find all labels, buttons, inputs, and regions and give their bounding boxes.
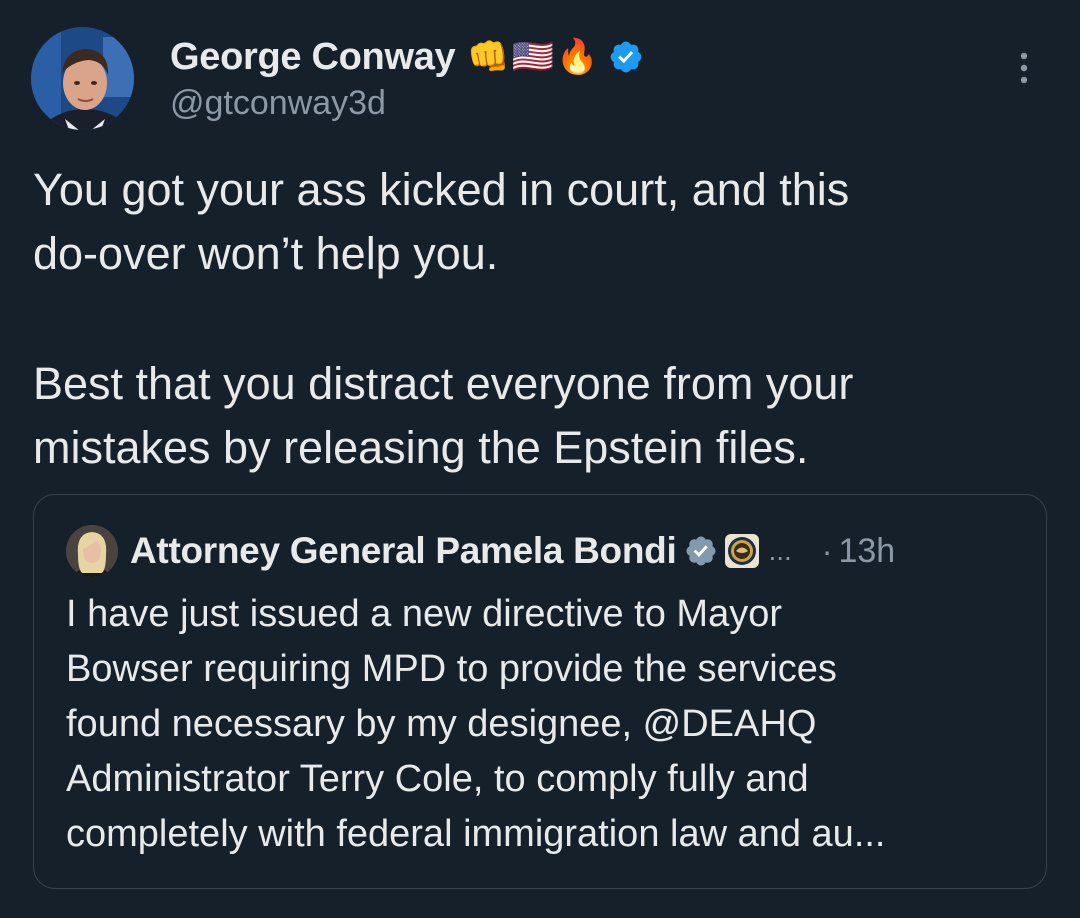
quoted-author-avatar[interactable] <box>66 525 118 577</box>
tweet-card: George Conway 👊 🇺🇸 🔥 @gtconway3d You got… <box>0 0 1080 918</box>
tweet-paragraph: Best that you distract everyone from you… <box>33 358 854 473</box>
verified-badge-icon[interactable] <box>684 534 718 568</box>
author-handle[interactable]: @gtconway3d <box>170 84 386 123</box>
verified-badge-icon[interactable] <box>608 39 644 75</box>
tweet-paragraph: You got your ass kicked in court, and th… <box>33 164 850 279</box>
author-emoji-list: 👊 🇺🇸 🔥 <box>467 40 598 74</box>
quoted-tweet-header: Attorney General Pamela Bondi ... · 13h <box>66 525 1026 577</box>
time-separator: · <box>821 532 833 569</box>
quoted-tweet-card[interactable]: Attorney General Pamela Bondi ... · 13h … <box>33 494 1047 889</box>
quoted-author-name[interactable]: Attorney General Pamela Bondi <box>130 530 677 572</box>
fire-emoji: 🔥 <box>556 38 599 76</box>
doj-seal-icon <box>725 534 760 568</box>
author-name-row: George Conway 👊 🇺🇸 🔥 <box>170 32 644 82</box>
quoted-name-truncation: ... <box>768 535 792 566</box>
quoted-tweet-text: I have just issued a new directive to Ma… <box>66 593 886 855</box>
fist-emoji: 👊 <box>467 38 510 76</box>
quoted-timestamp[interactable]: 13h <box>838 532 895 571</box>
tweet-text: You got your ass kicked in court, and th… <box>33 158 1043 480</box>
author-display-name[interactable]: George Conway <box>170 36 456 79</box>
author-avatar[interactable] <box>31 27 134 130</box>
more-vertical-icon[interactable] <box>1012 48 1036 88</box>
us-flag-emoji: 🇺🇸 <box>511 38 555 76</box>
